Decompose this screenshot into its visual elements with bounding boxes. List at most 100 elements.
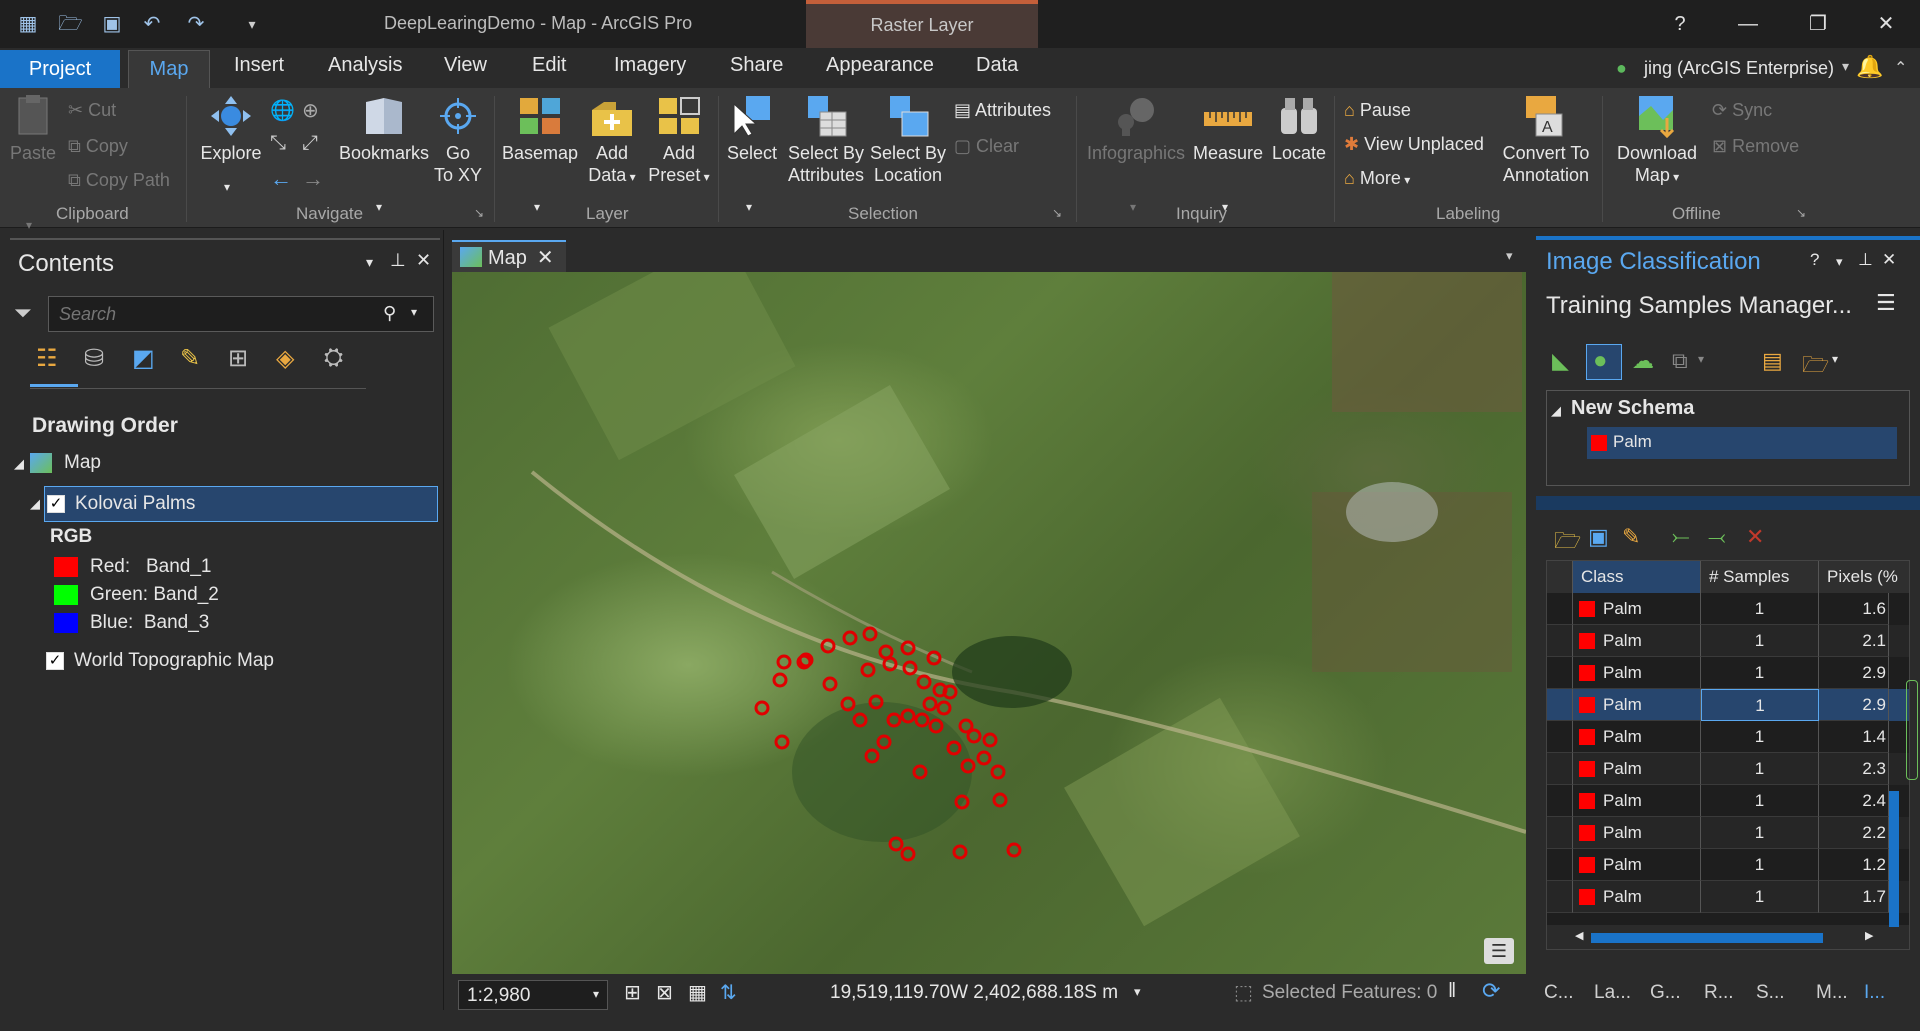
dock-tab-symbology[interactable]: S... bbox=[1756, 982, 1785, 1004]
map-tab-close-icon[interactable]: ✕ bbox=[537, 247, 554, 269]
open-folder-icon[interactable]: 🗁 bbox=[58, 12, 83, 36]
offline-dialog-launcher-icon[interactable]: ↘ bbox=[1796, 206, 1806, 220]
north-arrow-icon[interactable]: ⇅ bbox=[720, 980, 737, 1005]
contents-search[interactable]: ⚲ ▾ bbox=[48, 296, 434, 332]
tab-imagery[interactable]: Imagery bbox=[614, 54, 686, 77]
samples-cell[interactable]: 1 bbox=[1701, 593, 1819, 625]
table-row[interactable]: Palm 1 2.4 bbox=[1547, 785, 1909, 817]
full-extent-icon[interactable]: 🌐 bbox=[270, 98, 295, 123]
row-header[interactable] bbox=[1547, 849, 1573, 881]
table-row[interactable]: Palm 1 2.1 bbox=[1547, 625, 1909, 657]
explore-dropdown-icon[interactable]: ▾ bbox=[224, 180, 230, 194]
select-by-location-button[interactable]: Select By Location bbox=[868, 94, 948, 186]
copy-button[interactable]: ⧉ Copy bbox=[68, 136, 128, 157]
column-class[interactable]: Class bbox=[1573, 561, 1701, 593]
go-to-xy-button[interactable]: Go To XY bbox=[428, 94, 488, 186]
minimize-button[interactable]: — bbox=[1720, 8, 1776, 40]
user-account[interactable]: jing (ArcGIS Enterprise) bbox=[1644, 58, 1834, 79]
basemap-visibility-checkbox[interactable]: ✓ bbox=[46, 651, 64, 670]
download-map-button[interactable]: Download Map ▾ bbox=[1610, 94, 1704, 188]
samples-cell[interactable]: 1 bbox=[1701, 881, 1819, 913]
list-by-selection-icon[interactable]: ◩ bbox=[132, 344, 155, 373]
split-samples-icon[interactable]: ⤙ bbox=[1708, 524, 1726, 550]
add-preset-button[interactable]: Add Preset ▾ bbox=[644, 94, 714, 188]
schema-name[interactable]: New Schema bbox=[1571, 397, 1694, 420]
open-samples-icon[interactable]: 🗁 bbox=[1554, 524, 1581, 562]
view-unplaced-button[interactable]: ✱ View Unplaced bbox=[1344, 134, 1484, 155]
pane-pin-icon[interactable]: ⊥ bbox=[1858, 250, 1873, 270]
maximize-button[interactable]: ❐ bbox=[1790, 8, 1846, 40]
scroll-right-icon[interactable]: ▶ bbox=[1865, 929, 1873, 942]
paste-button[interactable]: Paste bbox=[6, 94, 60, 164]
copy-path-button[interactable]: ⧉ Copy Path bbox=[68, 170, 170, 191]
horizontal-scrollbar[interactable]: ◀ ▶ bbox=[1547, 925, 1909, 949]
map-tab-overflow-icon[interactable]: ▾ bbox=[1506, 248, 1513, 264]
search-input[interactable] bbox=[49, 297, 369, 331]
row-header[interactable] bbox=[1547, 753, 1573, 785]
customize-toolbar-icon[interactable]: ▾ bbox=[240, 12, 264, 36]
notification-bell-icon[interactable]: 🔔 bbox=[1856, 54, 1883, 80]
rectangle-tool-icon[interactable]: ◣ bbox=[1552, 348, 1569, 374]
save-samples-icon[interactable]: ▣ bbox=[1588, 524, 1609, 550]
table-row[interactable]: Palm 1 2.2 bbox=[1547, 817, 1909, 849]
map-legend-icon[interactable]: ☰ bbox=[1484, 938, 1514, 964]
collect-samples-icon[interactable]: ▤ bbox=[1762, 348, 1783, 374]
add-preset-dropdown-icon[interactable]: ▾ bbox=[700, 170, 710, 184]
attributes-button[interactable]: ▤ Attributes bbox=[954, 100, 1051, 121]
pause-labeling-button[interactable]: ⌂ Pause bbox=[1344, 100, 1411, 121]
load-samples-dropdown-icon[interactable]: ▾ bbox=[1832, 352, 1838, 366]
dock-tab-image-classification[interactable]: I... bbox=[1864, 982, 1885, 1004]
previous-extent-icon[interactable]: ← bbox=[270, 166, 292, 192]
constrained-scale-icon[interactable]: ⊠ bbox=[656, 980, 673, 1005]
locate-button[interactable]: Locate bbox=[1266, 94, 1332, 164]
coordinate-dropdown-icon[interactable]: ▾ bbox=[1134, 984, 1141, 1000]
tab-map[interactable]: Map bbox=[128, 50, 210, 88]
clear-selection-button[interactable]: ▢ Clear bbox=[954, 136, 1019, 157]
table-row[interactable]: Palm 1 1.6 bbox=[1547, 593, 1909, 625]
layer-visibility-checkbox[interactable]: ✓ bbox=[47, 494, 65, 513]
undo-icon[interactable]: ↶ bbox=[140, 12, 164, 36]
samples-cell[interactable]: 1 bbox=[1701, 721, 1819, 753]
fixed-scale-icon[interactable]: ⊞ bbox=[624, 980, 641, 1005]
infographics-button[interactable]: Infographics bbox=[1084, 94, 1188, 164]
freehand-tool-icon[interactable]: ☁ bbox=[1632, 348, 1654, 374]
dock-tab-raster[interactable]: R... bbox=[1704, 982, 1734, 1004]
redo-icon[interactable]: ↷ bbox=[184, 12, 208, 36]
next-extent-icon[interactable]: → bbox=[302, 166, 324, 192]
vertical-scroll-thumb[interactable] bbox=[1889, 791, 1899, 927]
tab-insert[interactable]: Insert bbox=[234, 54, 284, 77]
map-canvas[interactable]: ☰ bbox=[452, 272, 1526, 974]
scale-selector[interactable]: 1:2,980 ▾ bbox=[458, 980, 608, 1010]
select-dropdown-icon[interactable]: ▾ bbox=[746, 200, 752, 214]
search-icon[interactable]: ⚲ bbox=[383, 303, 396, 324]
select-segment-icon[interactable]: ⧉ bbox=[1672, 348, 1688, 374]
pane-help-icon[interactable]: ? bbox=[1810, 250, 1819, 270]
load-samples-icon[interactable]: 🗁 bbox=[1802, 348, 1829, 386]
refresh-icon[interactable]: ⟳ bbox=[1482, 978, 1500, 1004]
tab-edit[interactable]: Edit bbox=[532, 54, 566, 77]
row-header[interactable] bbox=[1547, 625, 1573, 657]
list-by-source-icon[interactable]: ⛁ bbox=[84, 344, 104, 373]
select-button[interactable]: Select bbox=[722, 94, 782, 164]
remove-button[interactable]: ⊠ Remove bbox=[1712, 136, 1799, 157]
context-tab-raster-layer[interactable]: Raster Layer bbox=[806, 0, 1038, 48]
table-row[interactable]: Palm 1 1.4 bbox=[1547, 721, 1909, 753]
column-samples[interactable]: # Samples bbox=[1701, 561, 1819, 593]
bookmarks-button[interactable]: Bookmarks bbox=[334, 94, 434, 164]
pane-close-icon[interactable]: ✕ bbox=[1882, 250, 1896, 270]
row-header[interactable] bbox=[1547, 785, 1573, 817]
pane-menu-icon[interactable]: ▾ bbox=[1836, 254, 1843, 270]
measure-button[interactable]: Measure bbox=[1188, 94, 1268, 164]
samples-cell[interactable]: 1 bbox=[1701, 689, 1819, 721]
schema-class-palm[interactable]: Palm bbox=[1587, 427, 1897, 459]
pane-resize-grip[interactable] bbox=[1906, 680, 1918, 780]
horizontal-scroll-thumb[interactable] bbox=[1591, 933, 1823, 943]
new-project-icon[interactable]: ▦ bbox=[16, 12, 40, 36]
download-dropdown-icon[interactable]: ▾ bbox=[1670, 170, 1679, 184]
samples-cell[interactable]: 1 bbox=[1701, 625, 1819, 657]
table-row[interactable]: Palm 1 2.9 bbox=[1547, 689, 1909, 721]
list-by-editing-icon[interactable]: ✎ bbox=[180, 344, 200, 373]
bookmarks-dropdown-icon[interactable]: ▾ bbox=[376, 200, 382, 214]
schema-collapse-icon[interactable]: ◢ bbox=[1551, 403, 1561, 419]
row-header[interactable] bbox=[1547, 881, 1573, 913]
